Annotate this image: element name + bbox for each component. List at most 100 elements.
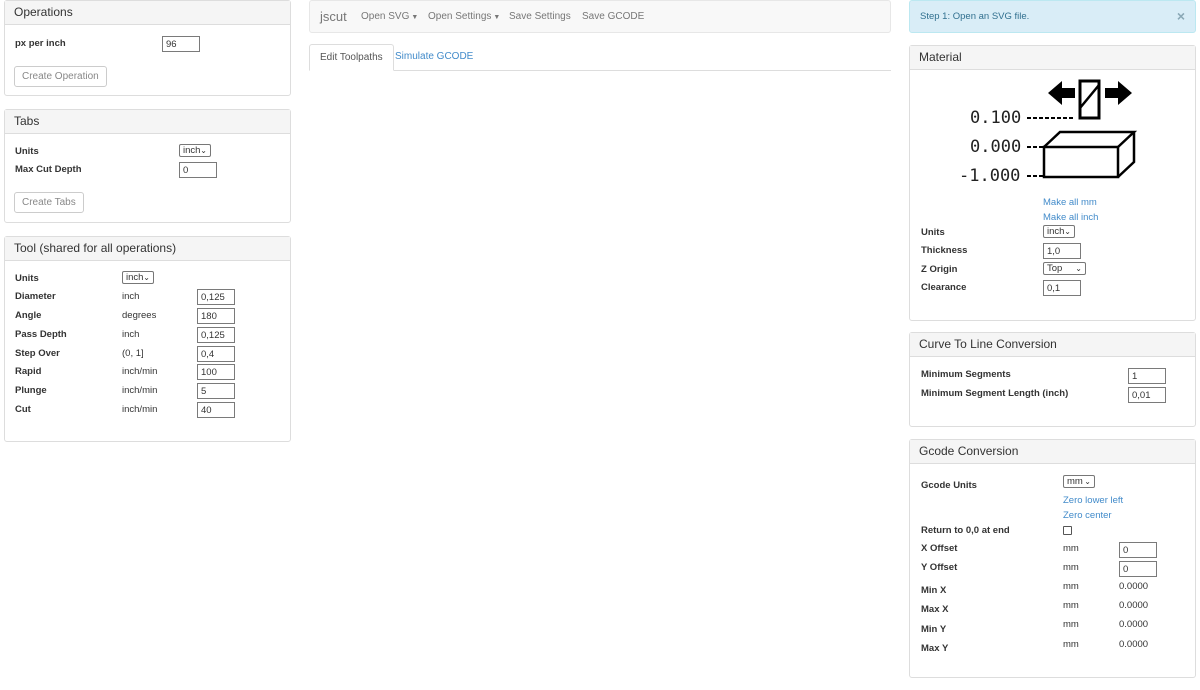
open-svg-menu[interactable]: Open SVG ▼ [361,1,418,34]
max-y-value: 0.0000 [1119,639,1149,650]
readout-label: Min Y [921,624,947,635]
tab-edit-toolpaths[interactable]: Edit Toolpaths [309,44,394,71]
x-offset-label: X Offset [921,543,958,554]
tool-panel: Tool (shared for all operations) Units i… [4,236,291,442]
chevron-down-icon: ⌄ [200,146,207,155]
min-segments-input[interactable] [1128,368,1166,384]
max-cut-depth-label: Max Cut Depth [15,164,82,175]
gcode-conversion-panel: Gcode Conversion Gcode Units mm ⌄ Zero l… [909,439,1196,678]
angle-input[interactable] [197,308,235,324]
y-offset-label: Y Offset [921,562,958,573]
tool-units-label: Units [15,273,39,284]
tabs-panel: Tabs Units inch ⌄ Max Cut Depth Create T… [4,109,291,223]
chevron-down-icon: ⌄ [1075,264,1082,273]
tab-simulate-gcode[interactable]: Simulate GCODE [385,44,483,71]
brand-link[interactable]: jscut [320,1,347,33]
z-origin-label: Z Origin [921,264,958,275]
gcode-units-select[interactable]: mm ⌄ [1063,475,1095,488]
tool-row-unit: inch [122,329,140,340]
plunge-input[interactable] [197,383,235,399]
readout-label: Min X [921,585,947,596]
min-segments-label: Minimum Segments [921,369,1011,380]
operations-panel: Operations px per inch Create Operation [4,0,291,96]
px-per-inch-label: px per inch [15,38,66,49]
max-cut-depth-input[interactable] [179,162,217,178]
min-segment-length-input[interactable] [1128,387,1166,403]
close-icon[interactable]: × [1177,1,1185,32]
chevron-down-icon: ⌄ [1064,227,1071,236]
tool-row-label: Pass Depth [15,329,67,340]
tool-row-label: Rapid [15,366,42,377]
make-all-mm-link[interactable]: Make all mm [1043,197,1097,208]
tool-panel-title: Tool (shared for all operations) [5,237,290,261]
readout-label: Max X [921,604,949,615]
tool-row-unit: inch/min [122,404,158,415]
save-gcode-button[interactable]: Save GCODE [582,1,644,33]
tool-row-unit: degrees [122,310,157,321]
zero-lower-left-link[interactable]: Zero lower left [1063,495,1123,506]
open-settings-menu[interactable]: Open Settings ▼ [428,1,500,34]
tabs-units-label: Units [15,146,39,157]
open-svg-label: Open SVG [361,11,410,22]
tool-row-unit: inch/min [122,385,158,396]
return-to-origin-label: Return to 0,0 at end [921,525,1010,536]
clearance-z-label: 0.100 [970,108,1021,128]
tabs-units-value: inch [183,145,201,156]
readout-unit: mm [1063,639,1079,650]
caret-down-icon: ▼ [411,14,419,21]
thickness-input[interactable] [1043,243,1081,259]
gcode-units-label: Gcode Units [921,480,977,491]
tabs-units-select[interactable]: inch ⌄ [179,144,211,157]
open-settings-label: Open Settings [428,11,492,22]
material-panel-title: Material [910,46,1195,70]
operations-panel-title: Operations [5,1,290,25]
min-x-value: 0.0000 [1119,581,1149,592]
tool-units-select[interactable]: inch ⌄ [122,271,154,284]
clearance-input[interactable] [1043,280,1081,296]
gcode-panel-title: Gcode Conversion [910,440,1195,464]
y-offset-input[interactable] [1119,561,1157,577]
min-y-value: 0.0000 [1119,619,1149,630]
tool-units-value: inch [126,272,144,283]
make-all-inch-link[interactable]: Make all inch [1043,212,1098,223]
y-offset-unit: mm [1063,562,1079,573]
readout-label: Max Y [921,643,949,654]
tool-row-label: Step Over [15,348,60,359]
material-panel: Material 0.100 0.000 -1.000 Make all mm … [909,45,1196,321]
clearance-label: Clearance [921,282,967,293]
material-units-value: inch [1047,226,1065,237]
tool-row-label: Cut [15,404,31,415]
create-tabs-button[interactable]: Create Tabs [14,192,84,213]
diameter-input[interactable] [197,289,235,305]
material-diagram: 0.100 0.000 -1.000 [959,79,1138,186]
bottom-z-label: -1.000 [959,166,1020,186]
pass-depth-input[interactable] [197,327,235,343]
px-per-inch-input[interactable] [162,36,200,52]
tool-row-label: Diameter [15,291,56,302]
right-arrow-icon [1105,81,1132,105]
x-offset-unit: mm [1063,543,1079,554]
caret-down-icon: ▼ [493,14,501,21]
cut-input[interactable] [197,402,235,418]
material-block-icon [1042,130,1138,179]
zero-center-link[interactable]: Zero center [1063,510,1112,521]
material-units-select[interactable]: inch ⌄ [1043,225,1075,238]
x-offset-input[interactable] [1119,542,1157,558]
thickness-label: Thickness [921,245,968,256]
curve-conversion-panel: Curve To Line Conversion Minimum Segment… [909,332,1196,427]
step-over-input[interactable] [197,346,235,362]
max-x-value: 0.0000 [1119,600,1149,611]
create-operation-button[interactable]: Create Operation [14,66,107,87]
rapid-input[interactable] [197,364,235,380]
z-origin-select[interactable]: Top ⌄ [1043,262,1086,275]
tool-row-unit: inch [122,291,140,302]
info-alert: Step 1: Open an SVG file. × [909,0,1196,33]
return-to-origin-checkbox[interactable] [1063,526,1072,535]
tool-row-label: Angle [15,310,42,321]
top-navbar: jscut Open SVG ▼ Open Settings ▼ Save Sett… [309,0,891,33]
z-origin-value: Top [1047,263,1063,274]
save-settings-button[interactable]: Save Settings [509,1,571,33]
readout-unit: mm [1063,600,1079,611]
chevron-down-icon: ⌄ [1084,477,1091,486]
gcode-units-value: mm [1067,476,1083,487]
